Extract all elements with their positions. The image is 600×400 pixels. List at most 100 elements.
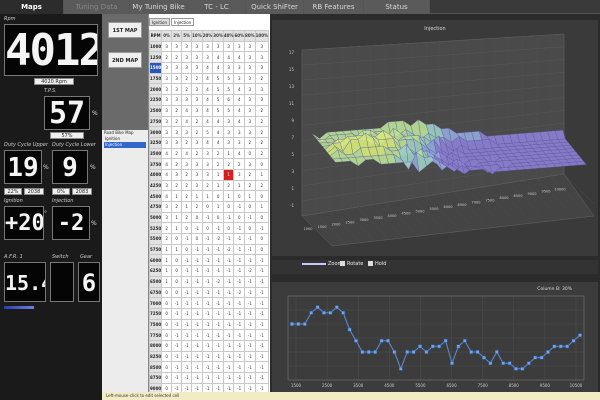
chart2d-point[interactable] bbox=[296, 322, 301, 326]
table-cell[interactable]: -1 bbox=[222, 265, 235, 277]
table-cell[interactable]: 3 bbox=[161, 126, 173, 138]
table-cell[interactable]: 2 bbox=[191, 126, 203, 138]
table-cell[interactable]: -1 bbox=[212, 350, 224, 363]
chart2d-point[interactable] bbox=[347, 327, 352, 332]
tab-my-tuning-bike[interactable]: My Tuning Bike bbox=[130, 0, 188, 14]
table-cell[interactable]: -1 bbox=[191, 297, 203, 309]
table-cell[interactable]: 3 bbox=[161, 115, 173, 128]
table-cell[interactable]: 3 bbox=[201, 51, 214, 64]
table-cell[interactable]: -1 bbox=[212, 297, 224, 309]
table-cell[interactable]: -1 bbox=[222, 286, 235, 299]
table-cell[interactable]: 0 bbox=[201, 222, 214, 235]
table-cell[interactable]: 4 bbox=[201, 104, 214, 117]
row-header[interactable]: 2500 bbox=[148, 104, 163, 117]
table-cell[interactable]: 2 bbox=[161, 233, 173, 245]
table-cell[interactable]: 1 bbox=[161, 265, 173, 277]
table-cell[interactable]: -1 bbox=[201, 297, 214, 309]
table-cell[interactable]: 3 bbox=[161, 136, 173, 149]
table-cell[interactable]: -1 bbox=[233, 275, 246, 288]
table-cell[interactable]: 3 bbox=[254, 94, 270, 106]
column-header[interactable]: 10% bbox=[191, 30, 203, 42]
chart2d-point[interactable] bbox=[475, 350, 480, 354]
table-cell[interactable]: -1 bbox=[201, 372, 214, 384]
table-cell[interactable]: 5 bbox=[212, 94, 224, 106]
table-cell[interactable]: 5 bbox=[201, 126, 214, 138]
table-cell[interactable]: -1 bbox=[233, 297, 246, 309]
table-cell[interactable]: 0 bbox=[233, 211, 246, 224]
table-cell[interactable]: 0 bbox=[212, 211, 224, 224]
table-cell[interactable]: 3 bbox=[161, 83, 173, 96]
table-cell[interactable]: -2 bbox=[244, 265, 256, 277]
row-header[interactable]: 7500 bbox=[148, 318, 163, 331]
table-cell[interactable]: 2 bbox=[171, 51, 183, 64]
table-cell[interactable]: 4 bbox=[181, 147, 193, 160]
table-cell[interactable]: 1 bbox=[161, 243, 173, 256]
row-header[interactable]: 1500 bbox=[148, 62, 163, 74]
table-cell[interactable]: 3 bbox=[254, 51, 270, 64]
table-cell[interactable]: -1 bbox=[254, 275, 270, 288]
table-cell[interactable]: 0 bbox=[161, 286, 173, 299]
table-cell[interactable]: -1 bbox=[191, 307, 203, 320]
table-cell[interactable]: 4 bbox=[212, 51, 224, 64]
table-cell[interactable]: 1 bbox=[161, 254, 173, 267]
table-cell[interactable]: 1 bbox=[171, 222, 183, 235]
table-cell[interactable]: 0 bbox=[233, 190, 246, 202]
table-cell[interactable]: 4 bbox=[233, 51, 246, 64]
row-header[interactable]: 1750 bbox=[148, 72, 163, 85]
table-cell[interactable]: 2 bbox=[171, 104, 183, 117]
table-cell[interactable]: 3 bbox=[254, 40, 270, 53]
table-cell[interactable]: 2 bbox=[171, 115, 183, 128]
table-cell[interactable]: 2 bbox=[181, 179, 193, 192]
table-cell[interactable]: -1 bbox=[171, 350, 183, 363]
table-cell[interactable]: 2 bbox=[191, 115, 203, 128]
table-cell[interactable]: -1 bbox=[212, 307, 224, 320]
column-header[interactable]: 20% bbox=[201, 30, 214, 42]
table-cell[interactable]: -1 bbox=[201, 350, 214, 363]
table-cell[interactable]: 2 bbox=[161, 51, 173, 64]
table-cell[interactable]: 2 bbox=[191, 201, 203, 213]
table-cell[interactable]: 0 bbox=[254, 243, 270, 256]
table-cell[interactable]: -1 bbox=[244, 211, 256, 224]
table-cell[interactable]: 3 bbox=[181, 40, 193, 53]
table-cell[interactable]: 0 bbox=[244, 147, 256, 160]
column-header[interactable]: 5% bbox=[181, 30, 193, 42]
table-cell[interactable]: 4 bbox=[201, 83, 214, 96]
table-cell[interactable]: 0 bbox=[161, 361, 173, 373]
table-cell[interactable]: -1 bbox=[171, 329, 183, 341]
table-cell[interactable]: -1 bbox=[201, 275, 214, 288]
chart2d-point[interactable] bbox=[354, 339, 358, 343]
table-cell[interactable]: -1 bbox=[201, 233, 214, 245]
table-cell[interactable]: -1 bbox=[254, 307, 270, 320]
chart2d-point[interactable] bbox=[360, 350, 365, 354]
table-cell[interactable]: -1 bbox=[212, 329, 224, 341]
table-cell[interactable]: -1 bbox=[254, 329, 270, 341]
table-cell[interactable]: 3 bbox=[181, 62, 193, 74]
table-cell[interactable]: 0 bbox=[244, 201, 256, 213]
table-cell[interactable]: -1 bbox=[191, 361, 203, 373]
chart2d-point[interactable] bbox=[398, 366, 403, 371]
table-cell[interactable]: -1 bbox=[181, 361, 193, 373]
table-cell[interactable]: 2 bbox=[244, 179, 256, 192]
column-header[interactable]: 80% bbox=[244, 30, 256, 42]
table-cell[interactable]: 3 bbox=[233, 62, 246, 74]
table-cell[interactable]: 3 bbox=[161, 179, 173, 192]
chart2d-point[interactable] bbox=[469, 350, 474, 354]
table-cell[interactable]: 2 bbox=[191, 72, 203, 85]
table-cell[interactable]: -1 bbox=[171, 372, 183, 384]
table-cell[interactable]: 4 bbox=[201, 62, 214, 74]
table-cell[interactable]: -1 bbox=[222, 318, 235, 331]
table-cell[interactable]: -1 bbox=[212, 265, 224, 277]
table-cell[interactable]: 4 bbox=[212, 62, 224, 74]
table-cell[interactable]: 3 bbox=[254, 62, 270, 74]
table-cell[interactable]: 5 bbox=[222, 83, 235, 96]
table-cell[interactable]: 2 bbox=[222, 179, 235, 192]
chart2d-point[interactable] bbox=[462, 339, 467, 343]
chart2d-point[interactable] bbox=[392, 350, 397, 354]
chart2d-point[interactable] bbox=[366, 350, 371, 354]
column-header[interactable]: 60% bbox=[233, 30, 246, 42]
table-cell[interactable]: -1 bbox=[244, 243, 256, 256]
table-cell[interactable]: 0 bbox=[222, 222, 235, 235]
table-cell[interactable]: -1 bbox=[212, 286, 224, 299]
chart2d-point[interactable] bbox=[526, 361, 531, 365]
table-cell[interactable]: 3 bbox=[233, 126, 246, 138]
